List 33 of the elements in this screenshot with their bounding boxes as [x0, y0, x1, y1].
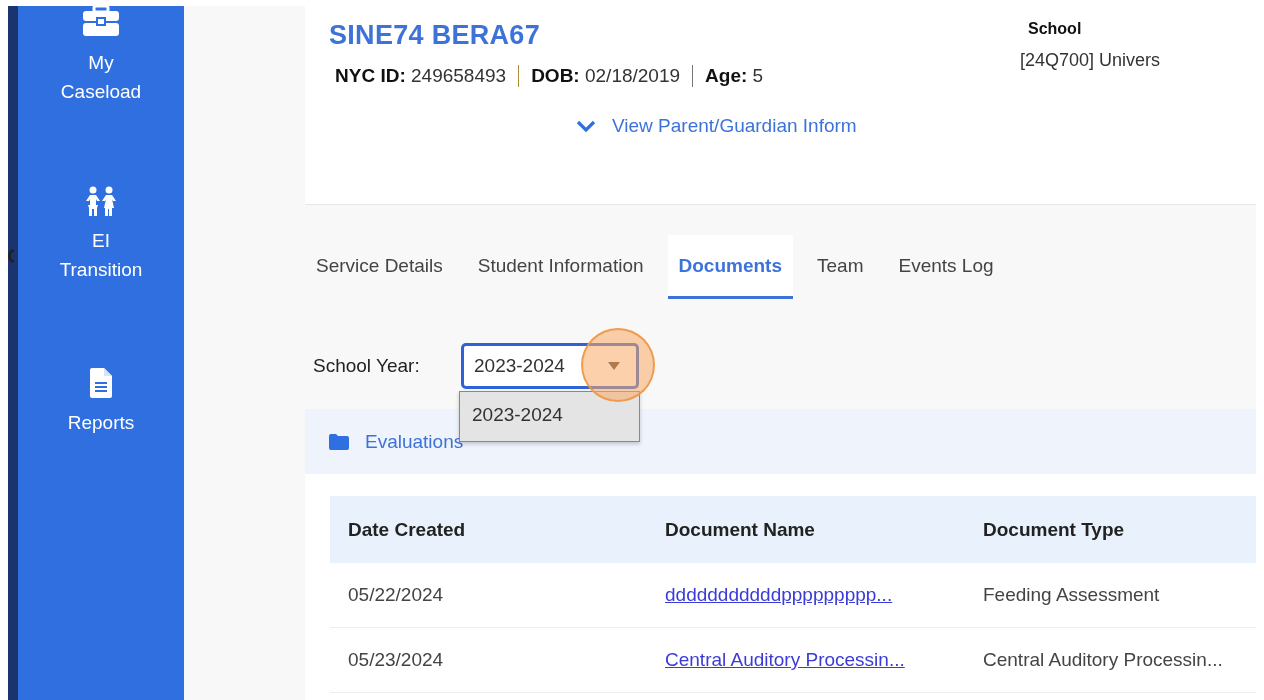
tab[interactable]: Service Details — [305, 235, 454, 299]
student-fact: DOB: 02/18/2019 — [531, 65, 681, 87]
column-header: Date Created — [347, 518, 467, 541]
sidebar-item[interactable]: My Caseload — [18, 6, 184, 106]
document-link[interactable]: dddddddddddppppppppp... — [647, 584, 965, 606]
children-icon — [83, 186, 119, 216]
school-year-label: School Year: — [313, 355, 421, 377]
school-label: School — [1028, 20, 1082, 38]
document-icon — [90, 368, 112, 398]
column-header: Document Name — [664, 518, 816, 541]
document-link[interactable]: Central Auditory Processin... — [647, 649, 965, 671]
table-cell-text: Central Auditory Processin... — [982, 649, 1224, 671]
folder-icon — [329, 433, 349, 450]
student-name: SINE74 BERA67 — [329, 20, 541, 51]
tab[interactable]: Team — [806, 235, 875, 299]
sidebar-item[interactable]: Reports — [18, 368, 184, 437]
tab[interactable]: Documents — [667, 235, 793, 299]
tab[interactable]: Events Log — [887, 235, 1005, 299]
student-fact: NYC ID: 249658493 — [335, 65, 507, 87]
dropdown-option[interactable]: 2023-2024 — [460, 392, 639, 441]
caret-icon — [608, 362, 620, 370]
school-value: [24Q700] Univers — [1020, 50, 1161, 71]
column-header: Document Type — [982, 518, 1126, 541]
school-year-select[interactable]: 2023-2024 — [461, 343, 639, 389]
tab[interactable]: Student Information — [466, 235, 655, 299]
guardian-info-link[interactable]: View Parent/Guardian Inform — [576, 115, 857, 137]
table-cell-text: 05/23/2024 — [347, 649, 445, 671]
collapse-handle-icon — [8, 249, 14, 263]
table-cell-text: 05/22/2024 — [347, 584, 445, 606]
chevron-down-icon — [576, 120, 596, 132]
table-cell-text: Feeding Assessment — [982, 584, 1161, 606]
sidebar-item[interactable]: EI Transition — [18, 186, 184, 284]
student-fact: Age: 5 — [705, 65, 764, 87]
